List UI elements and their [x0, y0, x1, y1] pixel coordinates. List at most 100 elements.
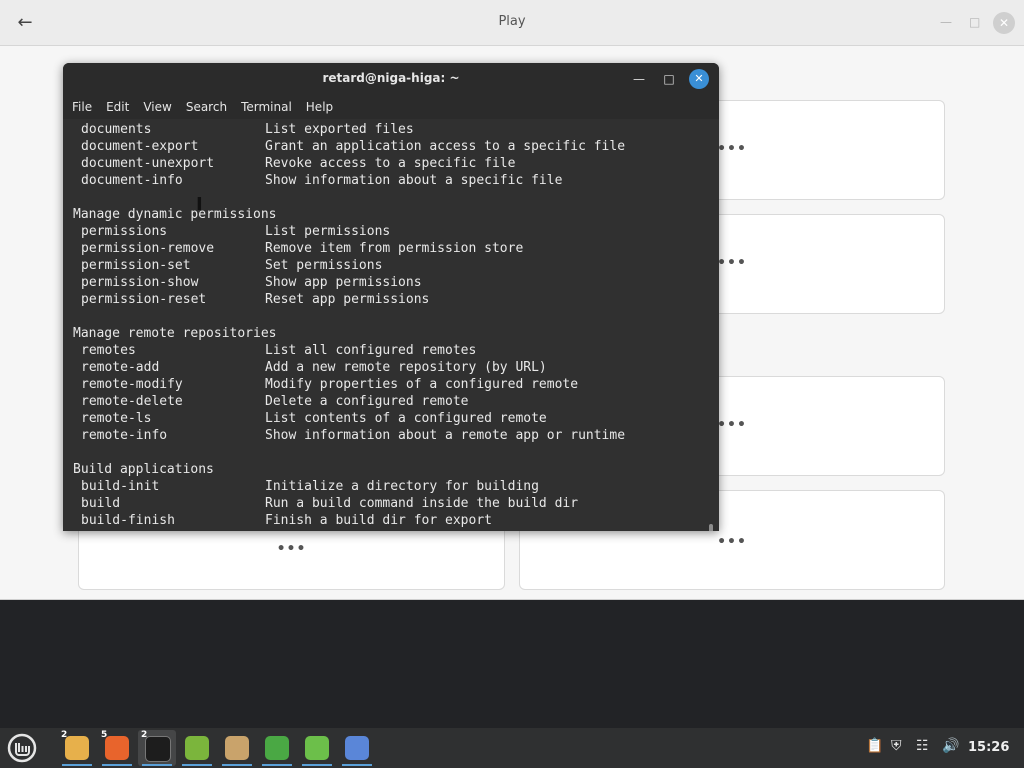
terminal-output[interactable]: documents List exported files document-exp… — [63, 119, 719, 531]
terminal-command-line: permission-remove Remove item from permis… — [81, 240, 523, 257]
terminal-titlebar[interactable]: retard@niga-higa: ~ — □ ✕ — [63, 63, 719, 95]
command-description: List contents of a configured remote — [265, 411, 547, 426]
running-indicator — [62, 764, 92, 766]
command-name: document-info — [81, 173, 183, 188]
terminal-window: retard@niga-higa: ~ — □ ✕ File Edit View… — [63, 63, 719, 531]
command-description: Show information about a specific file — [265, 173, 563, 188]
minimize-icon[interactable]: — — [629, 69, 649, 89]
terminal-command-line: remote-delete Delete a configured remote — [81, 393, 469, 410]
terminal-command-line: document-unexport Revoke access to a spec… — [81, 155, 515, 172]
command-description: Modify properties of a configured remote — [265, 377, 579, 392]
command-name: remote-add — [81, 360, 160, 375]
terminal-command-line: documents List exported files — [81, 121, 414, 138]
files-icon — [65, 736, 89, 760]
close-icon[interactable]: ✕ — [993, 12, 1015, 34]
taskbar-app-shield[interactable] — [258, 730, 296, 766]
command-name: remote-info — [81, 428, 168, 443]
terminal-command-line: build-init Initialize a directory for bui… — [81, 478, 539, 495]
taskbar-app-mintinstall[interactable] — [178, 730, 216, 766]
play-window-title: Play — [498, 14, 526, 29]
command-name: document-export — [81, 139, 199, 154]
text-cursor-icon: I — [196, 194, 203, 215]
scrollbar-thumb[interactable] — [709, 524, 713, 531]
command-name: permission-show — [81, 275, 199, 290]
terminal-section-heading: Manage dynamic permissions — [73, 207, 277, 222]
terminal-section-heading: Build applications — [73, 462, 214, 477]
command-name: permission-reset — [81, 292, 207, 307]
command-description: Add a new remote repository (by URL) — [265, 360, 547, 375]
window-count-badge: 2 — [61, 730, 68, 740]
menu-file[interactable]: File — [72, 100, 92, 114]
window-count-badge: 2 — [141, 730, 148, 740]
taskbar-app-files[interactable]: 2 — [58, 730, 96, 766]
running-indicator — [142, 764, 172, 766]
taskbar-app-archive[interactable] — [218, 730, 256, 766]
close-icon[interactable]: ✕ — [689, 69, 709, 89]
command-name: remotes — [81, 343, 136, 358]
command-description: List all configured remotes — [265, 343, 477, 358]
menu-help[interactable]: Help — [306, 100, 333, 114]
command-name: remote-ls — [81, 411, 152, 426]
maximize-icon[interactable]: □ — [659, 69, 679, 89]
running-indicator — [302, 764, 332, 766]
command-description: Set permissions — [265, 258, 383, 273]
network-icon[interactable]: ☷ — [916, 738, 929, 754]
clock[interactable]: 15:26 — [968, 740, 1009, 755]
shield-icon — [265, 736, 289, 760]
spreadsheet-icon — [305, 736, 329, 760]
linux-mint-menu-icon[interactable] — [6, 732, 38, 764]
terminal-command-line: document-export Grant an application acce… — [81, 138, 625, 155]
terminal-command-line: permissions List permissions — [81, 223, 390, 240]
command-name: documents — [81, 122, 152, 137]
command-description: Reset app permissions — [265, 292, 430, 307]
command-name: build-init — [81, 479, 160, 494]
terminal-command-line: remote-add Add a new remote repository (b… — [81, 359, 547, 376]
more-icon[interactable]: ••• — [79, 541, 504, 557]
window-count-badge: 5 — [101, 730, 108, 740]
play-window-header: ← Play — □ ✕ — [0, 0, 1024, 46]
terminal-command-line: permission-reset Reset app permissions — [81, 291, 429, 308]
terminal-section-heading: Manage remote repositories — [73, 326, 277, 341]
taskbar-app-firefox[interactable]: 5 — [98, 730, 136, 766]
more-icon[interactable]: ••• — [520, 534, 944, 550]
archive-icon — [225, 736, 249, 760]
security-shield-icon[interactable]: ⛨ — [891, 738, 902, 754]
command-description: Show app permissions — [265, 275, 422, 290]
taskbar-app-network-app[interactable] — [338, 730, 376, 766]
taskbar-app-terminal[interactable]: 2 — [138, 730, 176, 766]
command-description: Grant an application access to a specifi… — [265, 139, 626, 154]
command-description: List permissions — [265, 224, 391, 239]
command-name: remote-modify — [81, 377, 183, 392]
command-description: Finish a build dir for export — [265, 513, 492, 528]
command-name: permission-set — [81, 258, 191, 273]
terminal-command-line: remote-ls List contents of a configured r… — [81, 410, 547, 427]
menu-search[interactable]: Search — [186, 100, 227, 114]
menu-edit[interactable]: Edit — [106, 100, 129, 114]
command-name: build-finish — [81, 513, 175, 528]
command-name: build — [81, 496, 121, 511]
terminal-command-line: permission-set Set permissions — [81, 257, 382, 274]
terminal-command-line: build-finish Finish a build dir for expor… — [81, 512, 492, 529]
taskbar-app-spreadsheet[interactable] — [298, 730, 336, 766]
terminal-menubar: File Edit View Search Terminal Help — [63, 95, 719, 119]
command-name: document-unexport — [81, 156, 215, 171]
menu-terminal[interactable]: Terminal — [241, 100, 292, 114]
clipboard-icon[interactable]: 📋 — [866, 738, 883, 754]
terminal-command-line: build Run a build command inside the buil… — [81, 495, 578, 512]
volume-icon[interactable]: 🔊 — [942, 738, 959, 754]
maximize-icon[interactable]: □ — [969, 15, 980, 29]
command-name: remote-delete — [81, 394, 183, 409]
command-description: Revoke access to a specific file — [265, 156, 516, 171]
command-description: Initialize a directory for building — [265, 479, 539, 494]
command-description: Run a build command inside the build dir — [265, 496, 579, 511]
menu-view[interactable]: View — [143, 100, 171, 114]
network-app-icon — [345, 736, 369, 760]
running-indicator — [182, 764, 212, 766]
terminal-command-line: remotes List all configured remotes — [81, 342, 476, 359]
minimize-icon[interactable]: — — [940, 15, 952, 29]
running-indicator — [342, 764, 372, 766]
mintinstall-icon — [185, 736, 209, 760]
running-indicator — [262, 764, 292, 766]
command-name: permissions — [81, 224, 168, 239]
firefox-icon — [105, 736, 129, 760]
